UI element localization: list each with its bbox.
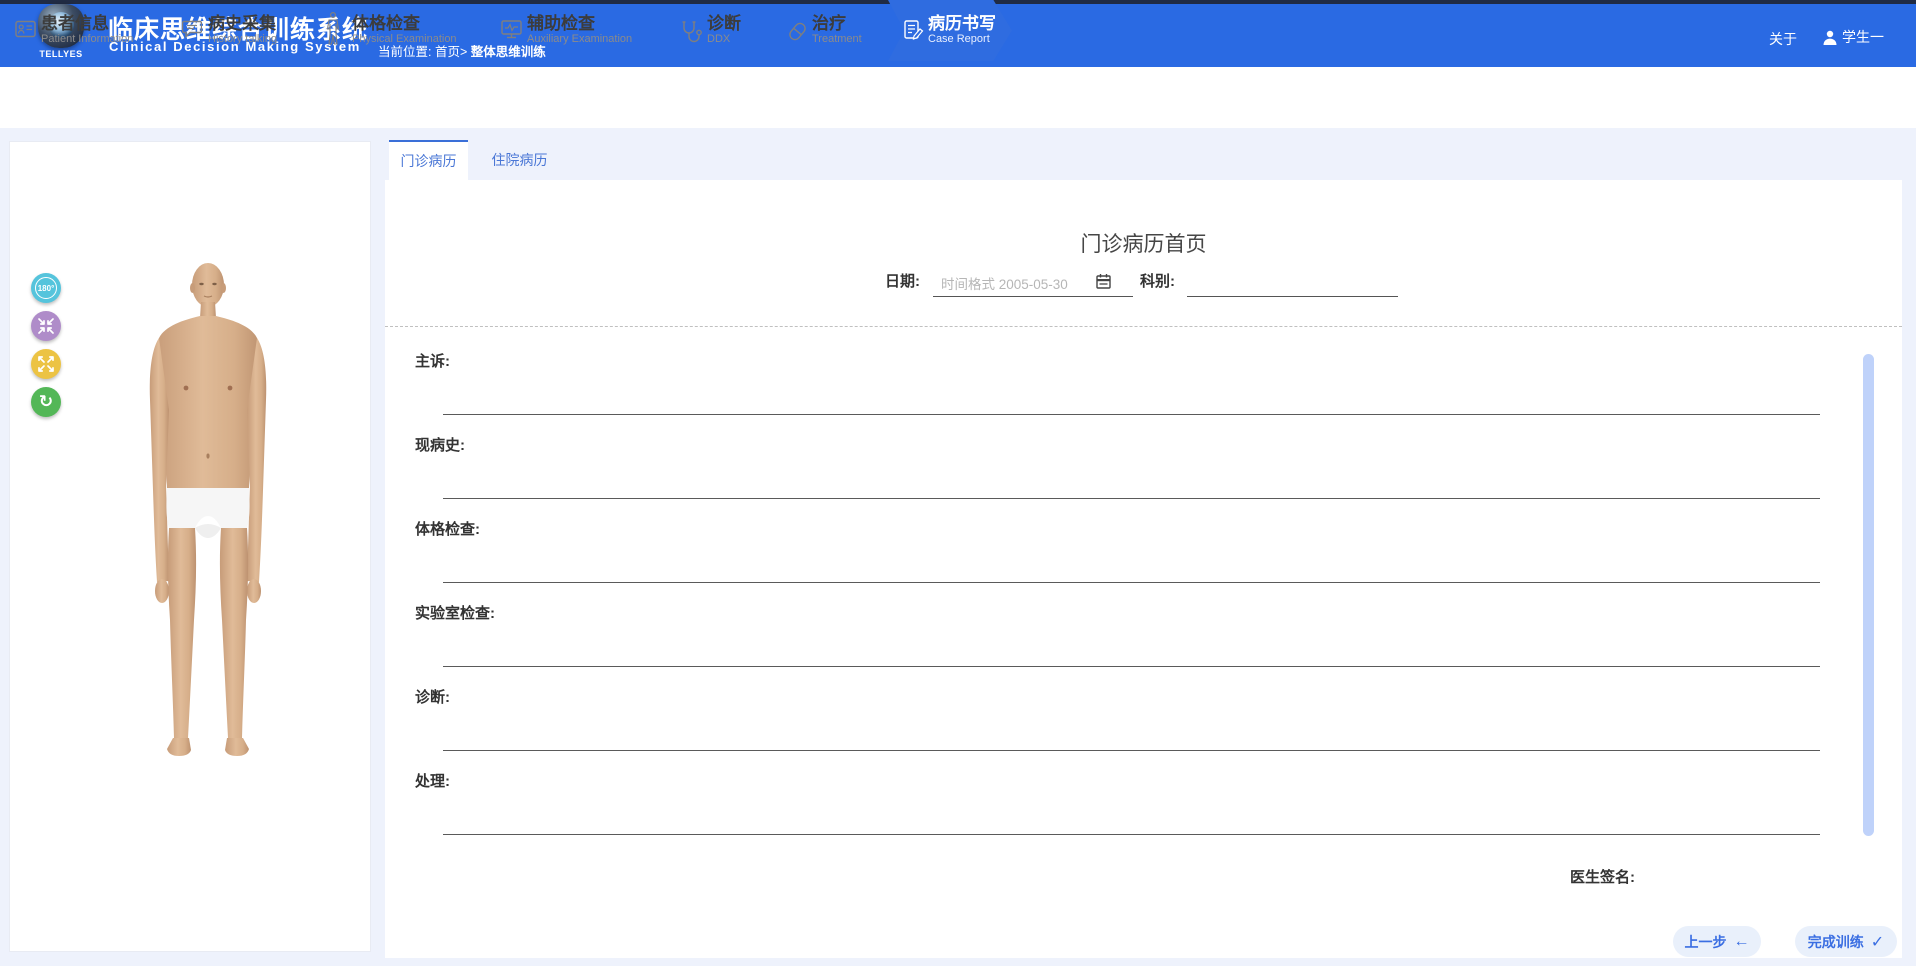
dashed-divider — [385, 326, 1902, 327]
nav-case-report-active[interactable]: 病历书写 Case Report — [888, 0, 1012, 61]
arrows-inward-icon — [37, 317, 55, 335]
form-title: 门诊病历首页 — [385, 228, 1902, 258]
nav-label-en: Case Report — [928, 33, 990, 45]
date-input[interactable]: 时间格式 2005-05-30 — [933, 270, 1133, 297]
nav-label-cn: 诊断 — [707, 9, 741, 34]
finish-training-button[interactable]: 完成训练 ✓ — [1795, 926, 1897, 957]
speech-bubble-icon — [182, 20, 202, 38]
tab-outpatient-record[interactable]: 门诊病历 — [389, 140, 468, 180]
calendar-icon[interactable] — [1096, 273, 1111, 289]
nav-label-cn: 体格检查 — [352, 9, 420, 34]
arrows-outward-icon — [37, 355, 55, 373]
reset-view-button[interactable]: ↻ — [31, 387, 61, 417]
management-input[interactable] — [443, 834, 1820, 835]
capsule-icon — [786, 20, 809, 43]
standing-person-icon — [326, 12, 340, 46]
nav-physical-examination[interactable]: 体格检查 Physical Examination — [326, 0, 486, 61]
monitor-waveform-icon — [501, 20, 522, 39]
present-illness-input[interactable] — [443, 498, 1820, 499]
finish-training-label: 完成训练 — [1808, 932, 1864, 952]
user-name: 学生一 — [1842, 27, 1884, 47]
field-label-chief-complaint: 主诉: — [415, 350, 450, 371]
stethoscope-icon — [681, 20, 703, 43]
about-link[interactable]: 关于 — [1769, 29, 1797, 49]
nav-label-en: Physical Examination — [352, 33, 457, 45]
chief-complaint-input[interactable] — [443, 414, 1820, 415]
diagnosis-input[interactable] — [443, 750, 1820, 751]
nav-label-en: History talking — [208, 33, 277, 45]
nav-label-en: DDX — [707, 33, 730, 45]
patient-body-model[interactable] — [143, 260, 273, 805]
field-label-management: 处理: — [415, 770, 450, 791]
nav-label-en: Treatment — [812, 33, 862, 45]
refresh-icon: ↻ — [39, 392, 53, 412]
nav-label-cn: 病历书写 — [928, 9, 996, 34]
nav-treatment[interactable]: 治疗 Treatment — [786, 0, 881, 61]
date-placeholder: 时间格式 2005-05-30 — [941, 273, 1068, 293]
nav-patient-information[interactable]: 患者信息 Patient Information — [15, 0, 165, 61]
previous-step-button[interactable]: 上一步 ← — [1673, 926, 1761, 957]
field-label-lab-exam: 实验室检查: — [415, 602, 495, 623]
nav-auxiliary-examination[interactable]: 辅助检查 Auxiliary Examination — [501, 0, 666, 61]
zoom-out-model-button[interactable] — [31, 311, 61, 341]
tab-inpatient-record[interactable]: 住院病历 — [480, 140, 559, 180]
nav-label-en: Patient Information — [41, 33, 133, 45]
field-label-physical-exam: 体格检查: — [415, 518, 480, 539]
nav-label-en: Auxiliary Examination — [527, 33, 632, 45]
physical-exam-input[interactable] — [443, 582, 1820, 583]
module-navbar — [0, 67, 1916, 128]
patient-card-icon — [15, 20, 36, 38]
user-menu[interactable]: 学生一 — [1823, 27, 1884, 47]
previous-step-label: 上一步 — [1685, 932, 1727, 952]
rotate-180-icon: 180° — [35, 277, 57, 299]
nav-label-cn: 病史采集 — [208, 9, 276, 34]
form-scrollbar[interactable] — [1863, 354, 1874, 836]
zoom-in-model-button[interactable] — [31, 349, 61, 379]
case-report-panel — [385, 180, 1902, 958]
check-icon: ✓ — [1871, 932, 1884, 952]
field-label-present-illness: 现病史: — [415, 434, 465, 455]
nav-label-cn: 辅助检查 — [527, 9, 595, 34]
rotate-180-button[interactable]: 180° — [31, 273, 61, 303]
department-label: 科别: — [1140, 270, 1175, 291]
user-icon — [1823, 30, 1837, 45]
case-report-icon — [904, 20, 924, 42]
nav-history-talking[interactable]: 病史采集 History talking — [182, 0, 312, 61]
department-input[interactable] — [1187, 270, 1398, 297]
field-label-diagnosis: 诊断: — [415, 686, 450, 707]
nav-label-cn: 治疗 — [812, 9, 846, 34]
doctor-signature-label: 医生签名: — [1570, 866, 1635, 887]
lab-exam-input[interactable] — [443, 666, 1820, 667]
nav-ddx[interactable]: 诊断 DDX — [681, 0, 761, 61]
date-label: 日期: — [885, 270, 920, 291]
arrow-left-icon: ← — [1734, 933, 1750, 951]
nav-label-cn: 患者信息 — [41, 9, 109, 34]
